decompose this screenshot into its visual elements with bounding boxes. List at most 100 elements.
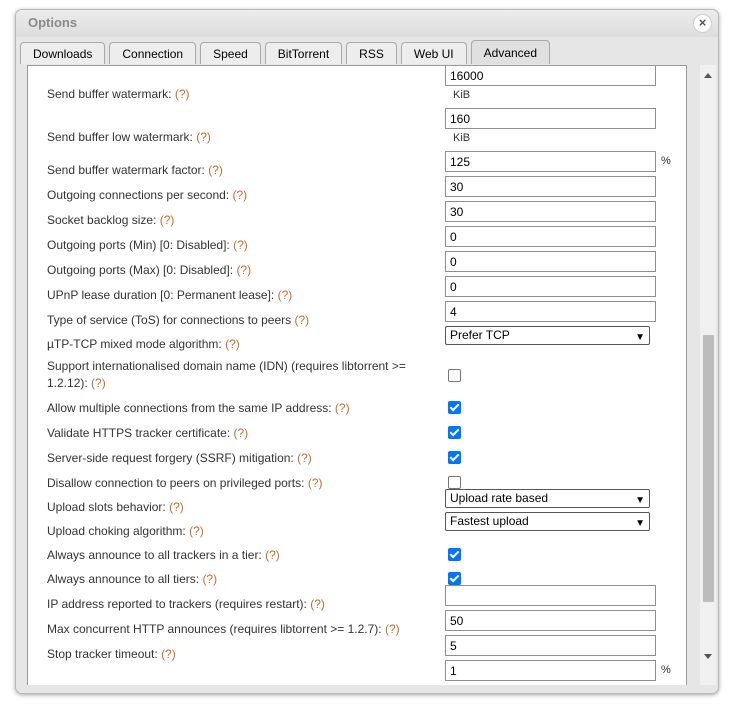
help-link[interactable]: (?) [308, 476, 323, 490]
help-link[interactable]: (?) [175, 87, 190, 101]
disallow-privileged-ports-label: Disallow connection to peers on privileg… [47, 475, 422, 492]
help-link[interactable]: (?) [236, 263, 251, 277]
options-window: Options × Downloads Connection Speed Bit… [15, 9, 719, 694]
ssrf-mitigation-label: Server-side request forgery (SSRF) mitig… [47, 450, 422, 467]
idn-support-label: Support internationalised domain name (I… [47, 358, 417, 392]
upnp-lease-duration-label: UPnP lease duration [0: Permanent lease]… [47, 287, 422, 304]
label-text: IP address reported to trackers (require… [47, 597, 307, 611]
advanced-settings-panel: Send buffer watermark: (?) KiB Send buff… [27, 65, 687, 686]
announce-all-tiers-checkbox[interactable] [448, 572, 461, 585]
selected-value: Fastest upload [450, 514, 529, 528]
validate-https-tracker-cert-label: Validate HTTPS tracker certificate: (?) [47, 425, 422, 442]
help-link[interactable]: (?) [161, 647, 176, 661]
help-link[interactable]: (?) [196, 130, 211, 144]
send-buffer-watermark-factor-unit: % [661, 155, 671, 167]
idn-support-checkbox[interactable] [448, 369, 461, 382]
outgoing-connections-per-second-label: Outgoing connections per second: (?) [47, 187, 422, 204]
label-text: Allow multiple connections from the same… [47, 401, 332, 415]
selected-value: Prefer TCP [450, 328, 510, 342]
label-text: Type of service (ToS) for connections to… [47, 313, 292, 327]
help-link[interactable]: (?) [310, 597, 325, 611]
outgoing-ports-min-label: Outgoing ports (Min) [0: Disabled]: (?) [47, 237, 422, 254]
stop-tracker-timeout-input[interactable] [445, 635, 656, 656]
upload-slots-behavior-label: Upload slots behavior: (?) [47, 499, 422, 516]
close-icon[interactable]: × [693, 14, 712, 33]
tab-web-ui[interactable]: Web UI [400, 42, 467, 64]
upload-choking-algorithm-label: Upload choking algorithm: (?) [47, 523, 422, 540]
socket-backlog-size-input[interactable] [445, 201, 656, 222]
help-link[interactable]: (?) [208, 163, 223, 177]
help-link[interactable]: (?) [385, 622, 400, 636]
label-text: Send buffer watermark: [47, 87, 172, 101]
outgoing-ports-min-input[interactable] [445, 226, 656, 247]
title-bar: Options × [16, 10, 718, 37]
send-buffer-low-watermark-input[interactable] [445, 108, 656, 129]
window-title: Options [28, 15, 78, 30]
help-link[interactable]: (?) [160, 213, 175, 227]
label-text: Socket backlog size: [47, 213, 157, 227]
tab-downloads[interactable]: Downloads [20, 42, 106, 64]
help-link[interactable]: (?) [225, 337, 240, 351]
help-link[interactable]: (?) [91, 376, 106, 390]
tab-speed[interactable]: Speed [200, 42, 261, 64]
send-buffer-watermark-label: Send buffer watermark: (?) [47, 86, 422, 103]
tab-bar: Downloads Connection Speed BitTorrent RS… [20, 40, 554, 64]
multiple-connections-checkbox[interactable] [448, 401, 461, 414]
vertical-scrollbar[interactable] [700, 65, 716, 685]
upnp-lease-duration-input[interactable] [445, 276, 656, 297]
announce-all-trackers-checkbox[interactable] [448, 548, 461, 561]
utp-tcp-mixed-mode-select[interactable]: Prefer TCP ▼ [445, 326, 650, 345]
upload-choking-algorithm-select[interactable]: Fastest upload ▼ [445, 512, 650, 531]
label-text: Disallow connection to peers on privileg… [47, 476, 305, 490]
help-link[interactable]: (?) [294, 313, 309, 327]
label-text: Validate HTTPS tracker certificate: [47, 426, 231, 440]
announce-all-trackers-label: Always announce to all trackers in a tie… [47, 547, 422, 564]
label-text: Max concurrent HTTP announces (requires … [47, 622, 382, 636]
socket-backlog-size-label: Socket backlog size: (?) [47, 212, 422, 229]
help-link[interactable]: (?) [278, 288, 293, 302]
outgoing-ports-max-label: Outgoing ports (Max) [0: Disabled]: (?) [47, 262, 422, 279]
help-link[interactable]: (?) [234, 426, 249, 440]
max-concurrent-http-announces-label: Max concurrent HTTP announces (requires … [47, 621, 422, 638]
partial-row-input[interactable] [445, 660, 656, 681]
help-link[interactable]: (?) [265, 548, 280, 562]
max-concurrent-http-announces-input[interactable] [445, 610, 656, 631]
scroll-up-icon[interactable] [704, 73, 712, 78]
partial-row-unit: % [661, 664, 671, 676]
outgoing-connections-per-second-input[interactable] [445, 176, 656, 197]
ip-reported-to-trackers-input[interactable] [445, 585, 656, 606]
help-link[interactable]: (?) [189, 524, 204, 538]
help-link[interactable]: (?) [335, 401, 350, 415]
send-buffer-watermark-unit: KiB [453, 89, 471, 101]
stop-tracker-timeout-label: Stop tracker timeout: (?) [47, 646, 422, 663]
type-of-service-label: Type of service (ToS) for connections to… [47, 312, 422, 329]
tab-bittorrent[interactable]: BitTorrent [264, 42, 343, 64]
scroll-thumb[interactable] [703, 335, 714, 602]
type-of-service-input[interactable] [445, 301, 656, 322]
tab-advanced[interactable]: Advanced [470, 40, 551, 64]
help-link[interactable]: (?) [233, 238, 248, 252]
selected-value: Upload rate based [450, 491, 549, 505]
label-text: Upload choking algorithm: [47, 524, 186, 538]
disallow-privileged-ports-checkbox[interactable] [448, 476, 461, 489]
validate-https-tracker-cert-checkbox[interactable] [448, 426, 461, 439]
send-buffer-watermark-input[interactable] [445, 66, 656, 86]
utp-tcp-mixed-mode-label: µTP-TCP mixed mode algorithm: (?) [47, 336, 422, 353]
label-text: Outgoing ports (Max) [0: Disabled]: [47, 263, 234, 277]
send-buffer-low-watermark-label: Send buffer low watermark: (?) [47, 129, 422, 146]
upload-slots-behavior-select[interactable]: Upload rate based ▼ [445, 489, 650, 508]
label-text: UPnP lease duration [0: Permanent lease]… [47, 288, 275, 302]
tab-rss[interactable]: RSS [346, 42, 397, 64]
help-link[interactable]: (?) [232, 188, 247, 202]
help-link[interactable]: (?) [297, 451, 312, 465]
tab-connection[interactable]: Connection [109, 42, 197, 64]
window-bottom-edge [27, 685, 699, 693]
announce-all-tiers-label: Always announce to all tiers: (?) [47, 571, 422, 588]
scroll-down-icon[interactable] [704, 654, 712, 659]
help-link[interactable]: (?) [202, 572, 217, 586]
send-buffer-watermark-factor-input[interactable] [445, 151, 656, 172]
ssrf-mitigation-checkbox[interactable] [448, 451, 461, 464]
outgoing-ports-max-input[interactable] [445, 251, 656, 272]
help-link[interactable]: (?) [169, 500, 184, 514]
chevron-down-icon: ▼ [635, 518, 645, 529]
